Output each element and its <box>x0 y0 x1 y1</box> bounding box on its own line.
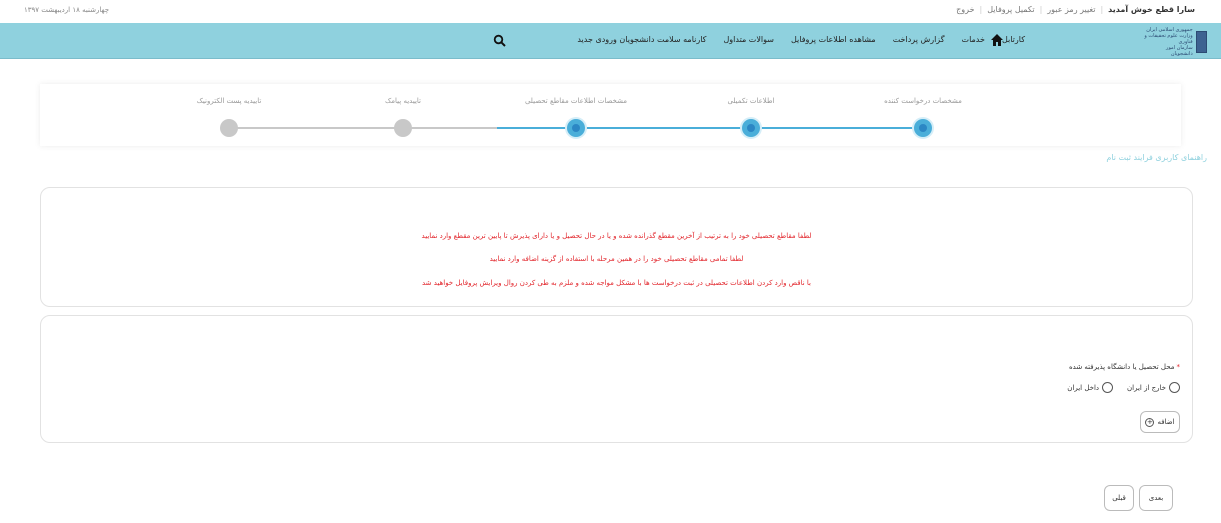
progress-wizard: مشخصات درخواست کننده اطلاعات تکمیلی مشخص… <box>40 84 1181 146</box>
separator: | <box>1039 5 1043 14</box>
nav-item-payment-report[interactable]: گزارش پرداخت <box>893 35 945 44</box>
radio-circle[interactable] <box>1102 382 1114 393</box>
separator: | <box>979 5 983 14</box>
radio-circle[interactable] <box>1169 382 1180 393</box>
nav-item-profile[interactable]: مشاهده اطلاعات پروفایل <box>791 35 876 44</box>
study-place-options: خارج از ایران داخل ایران <box>1067 382 1180 393</box>
complete-profile-link[interactable]: تکمیل پروفایل <box>987 5 1034 14</box>
nav-item-cartable[interactable]: کارتابل <box>1002 35 1025 44</box>
separator: | <box>1100 5 1104 14</box>
instructions-panel: لطفا مقاطع تحصیلی خود را به ترتیب از آخر… <box>40 187 1193 307</box>
add-label: اضافه <box>1157 418 1175 426</box>
radio-outside-iran[interactable]: خارج از ایران <box>1127 382 1180 393</box>
change-password-link[interactable]: تغییر رمز عبور <box>1047 5 1095 14</box>
progress-line-active <box>497 127 923 129</box>
main-navbar: جمهوری اسلامی ایران وزارت علوم تحقیقات و… <box>0 23 1221 59</box>
required-mark: * <box>1176 363 1181 371</box>
step-label: مشخصات اطلاعات مقاطع تحصیلی <box>524 97 628 105</box>
step-label: تاییدیه پیامک <box>385 97 421 105</box>
instruction-line: لطفا مقاطع تحصیلی خود را به ترتیب از آخر… <box>421 232 812 240</box>
logout-link[interactable]: خروج <box>956 5 974 14</box>
education-form-panel: *محل تحصیل یا دانشگاه پذیرفته شده خارج ا… <box>40 315 1193 443</box>
logo-text: جمهوری اسلامی ایران وزارت علوم تحقیقات و… <box>1144 26 1193 57</box>
step-dot[interactable] <box>220 119 238 137</box>
step-dot[interactable] <box>742 119 760 137</box>
nav-item-services[interactable]: خدمات <box>962 35 985 44</box>
welcome-text: سارا قطع خوش آمدید <box>1108 5 1195 14</box>
step-label: اطلاعات تکمیلی <box>727 97 775 105</box>
study-place-label: *محل تحصیل یا دانشگاه پذیرفته شده <box>1069 363 1180 371</box>
previous-button[interactable]: قبلی <box>1104 485 1134 511</box>
instruction-line: لطفا تمامی مقاطع تحصیلی خود را در همین م… <box>489 255 744 263</box>
plus-circle-icon: + <box>1145 417 1155 427</box>
nav-item-health-record[interactable]: کارنامه سلامت دانشجویان ورودی جدید <box>577 35 706 44</box>
site-logo[interactable]: جمهوری اسلامی ایران وزارت علوم تحقیقات و… <box>1143 26 1207 57</box>
emblem-icon <box>1195 30 1207 53</box>
current-date: چهارشنبه ۱۸ اردیبهشت ۱۳۹۷ <box>24 6 110 14</box>
search-icon[interactable] <box>493 34 506 47</box>
step-dot[interactable] <box>394 119 412 137</box>
nav-item-faq[interactable]: سوالات متداول <box>723 35 774 44</box>
step-dot[interactable] <box>567 119 585 137</box>
nav-menu: کارتابل خدمات گزارش پرداخت مشاهده اطلاعا… <box>577 35 1025 44</box>
user-links: سارا قطع خوش آمدید | تغییر رمز عبور | تک… <box>956 5 1195 14</box>
progress-line-inactive <box>229 127 497 129</box>
radio-inside-iran[interactable]: داخل ایران <box>1067 382 1114 393</box>
user-guide-link[interactable]: راهنمای کاربری فرایند ثبت نام <box>1106 153 1207 162</box>
step-dot[interactable] <box>914 119 932 137</box>
next-button[interactable]: بعدی <box>1139 485 1173 511</box>
step-label: تاییدیه پست الکترونیک <box>196 97 262 105</box>
radio-label: خارج از ایران <box>1127 383 1166 392</box>
instruction-line: با ناقص وارد کردن اطلاعات تحصیلی در ثبت … <box>422 279 811 287</box>
step-label: مشخصات درخواست کننده <box>884 97 962 105</box>
add-button[interactable]: اضافه + <box>1140 411 1180 433</box>
top-bar: چهارشنبه ۱۸ اردیبهشت ۱۳۹۷ سارا قطع خوش آ… <box>0 0 1221 22</box>
radio-label: داخل ایران <box>1067 383 1100 392</box>
